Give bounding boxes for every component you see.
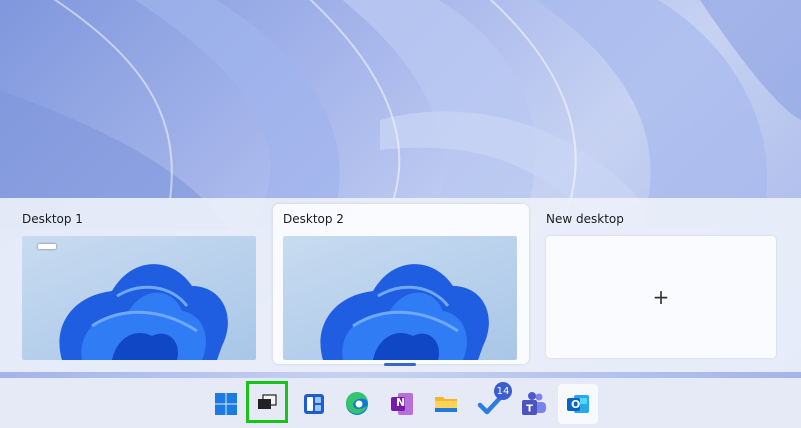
desktop-2-thumbnail[interactable] bbox=[283, 236, 517, 360]
new-desktop-label[interactable]: New desktop bbox=[546, 212, 624, 226]
outlook-letter: O bbox=[571, 398, 581, 411]
todo-button[interactable]: 14 bbox=[470, 382, 512, 424]
task-view-button[interactable] bbox=[246, 381, 288, 423]
desktop-1-label[interactable]: Desktop 1 bbox=[22, 212, 83, 226]
teams-button[interactable]: T bbox=[514, 384, 554, 424]
file-explorer-button[interactable] bbox=[426, 384, 466, 424]
edge-icon bbox=[345, 391, 368, 415]
desktop-1-thumbnail[interactable] bbox=[22, 236, 256, 360]
onenote-button[interactable]: N bbox=[382, 384, 422, 424]
plus-icon: + bbox=[652, 285, 670, 309]
outlook-button[interactable]: O bbox=[558, 384, 598, 424]
desktop-1-card[interactable]: Desktop 1 bbox=[12, 204, 268, 364]
notification-badge: 14 bbox=[494, 382, 512, 400]
task-view-panel: Desktop 1 Desktop 2 New desktop + bbox=[0, 198, 801, 372]
windows-logo-icon bbox=[215, 393, 237, 415]
new-desktop-button[interactable]: + bbox=[546, 236, 776, 358]
onenote-letter: N bbox=[396, 396, 406, 409]
desktop-2-label[interactable]: Desktop 2 bbox=[283, 212, 344, 226]
start-button[interactable] bbox=[206, 384, 246, 424]
edge-button[interactable] bbox=[337, 384, 377, 424]
scroll-indicator[interactable] bbox=[384, 363, 416, 366]
teams-icon: T bbox=[522, 392, 546, 415]
widgets-button[interactable] bbox=[294, 384, 334, 424]
widgets-icon bbox=[304, 394, 324, 414]
desktop-2-card[interactable]: Desktop 2 bbox=[273, 204, 529, 364]
new-desktop-card[interactable]: New desktop + bbox=[536, 204, 792, 364]
taskbar: N 14 T O bbox=[0, 378, 801, 428]
task-view-icon bbox=[258, 394, 277, 409]
svg-text:T: T bbox=[526, 404, 533, 415]
folder-icon bbox=[435, 397, 457, 412]
minimized-window-icon bbox=[38, 244, 56, 249]
